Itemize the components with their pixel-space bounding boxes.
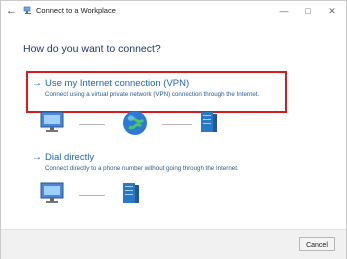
globe-icon xyxy=(123,111,147,135)
arrow-right-icon: → xyxy=(32,78,42,89)
minimize-button[interactable]: — xyxy=(273,3,295,19)
maximize-button[interactable]: □ xyxy=(297,3,319,19)
connector-line xyxy=(79,124,105,125)
footer xyxy=(1,229,346,259)
arrow-right-icon: → xyxy=(32,152,42,163)
vpn-option-title[interactable]: Use my Internet connection (VPN) xyxy=(45,78,259,89)
cancel-button[interactable]: Cancel xyxy=(299,237,335,251)
server-icon xyxy=(201,112,217,132)
dial-option[interactable]: Dial directly Connect directly to a phon… xyxy=(45,152,239,172)
back-button[interactable]: ← xyxy=(6,5,18,17)
connector-line xyxy=(79,195,105,196)
window-title: Connect to a Workplace xyxy=(36,6,116,15)
computer-icon xyxy=(40,111,64,132)
wizard-window: ← Connect to a Workplace — □ ✕ How do yo… xyxy=(0,0,347,259)
vpn-option-description: Connect using a virtual private network … xyxy=(45,91,260,98)
dial-option-description: Connect directly to a phone number witho… xyxy=(45,165,239,172)
server-icon xyxy=(123,183,139,203)
page-title: How do you want to connect? xyxy=(23,43,161,55)
close-button[interactable]: ✕ xyxy=(321,3,343,19)
title-bar: ← Connect to a Workplace — □ ✕ xyxy=(1,1,346,23)
connector-line xyxy=(162,124,192,125)
computer-icon xyxy=(40,182,64,203)
dial-option-title[interactable]: Dial directly xyxy=(45,152,239,163)
vpn-option[interactable]: Use my Internet connection (VPN) Connect… xyxy=(45,78,259,98)
network-icon xyxy=(23,6,31,14)
